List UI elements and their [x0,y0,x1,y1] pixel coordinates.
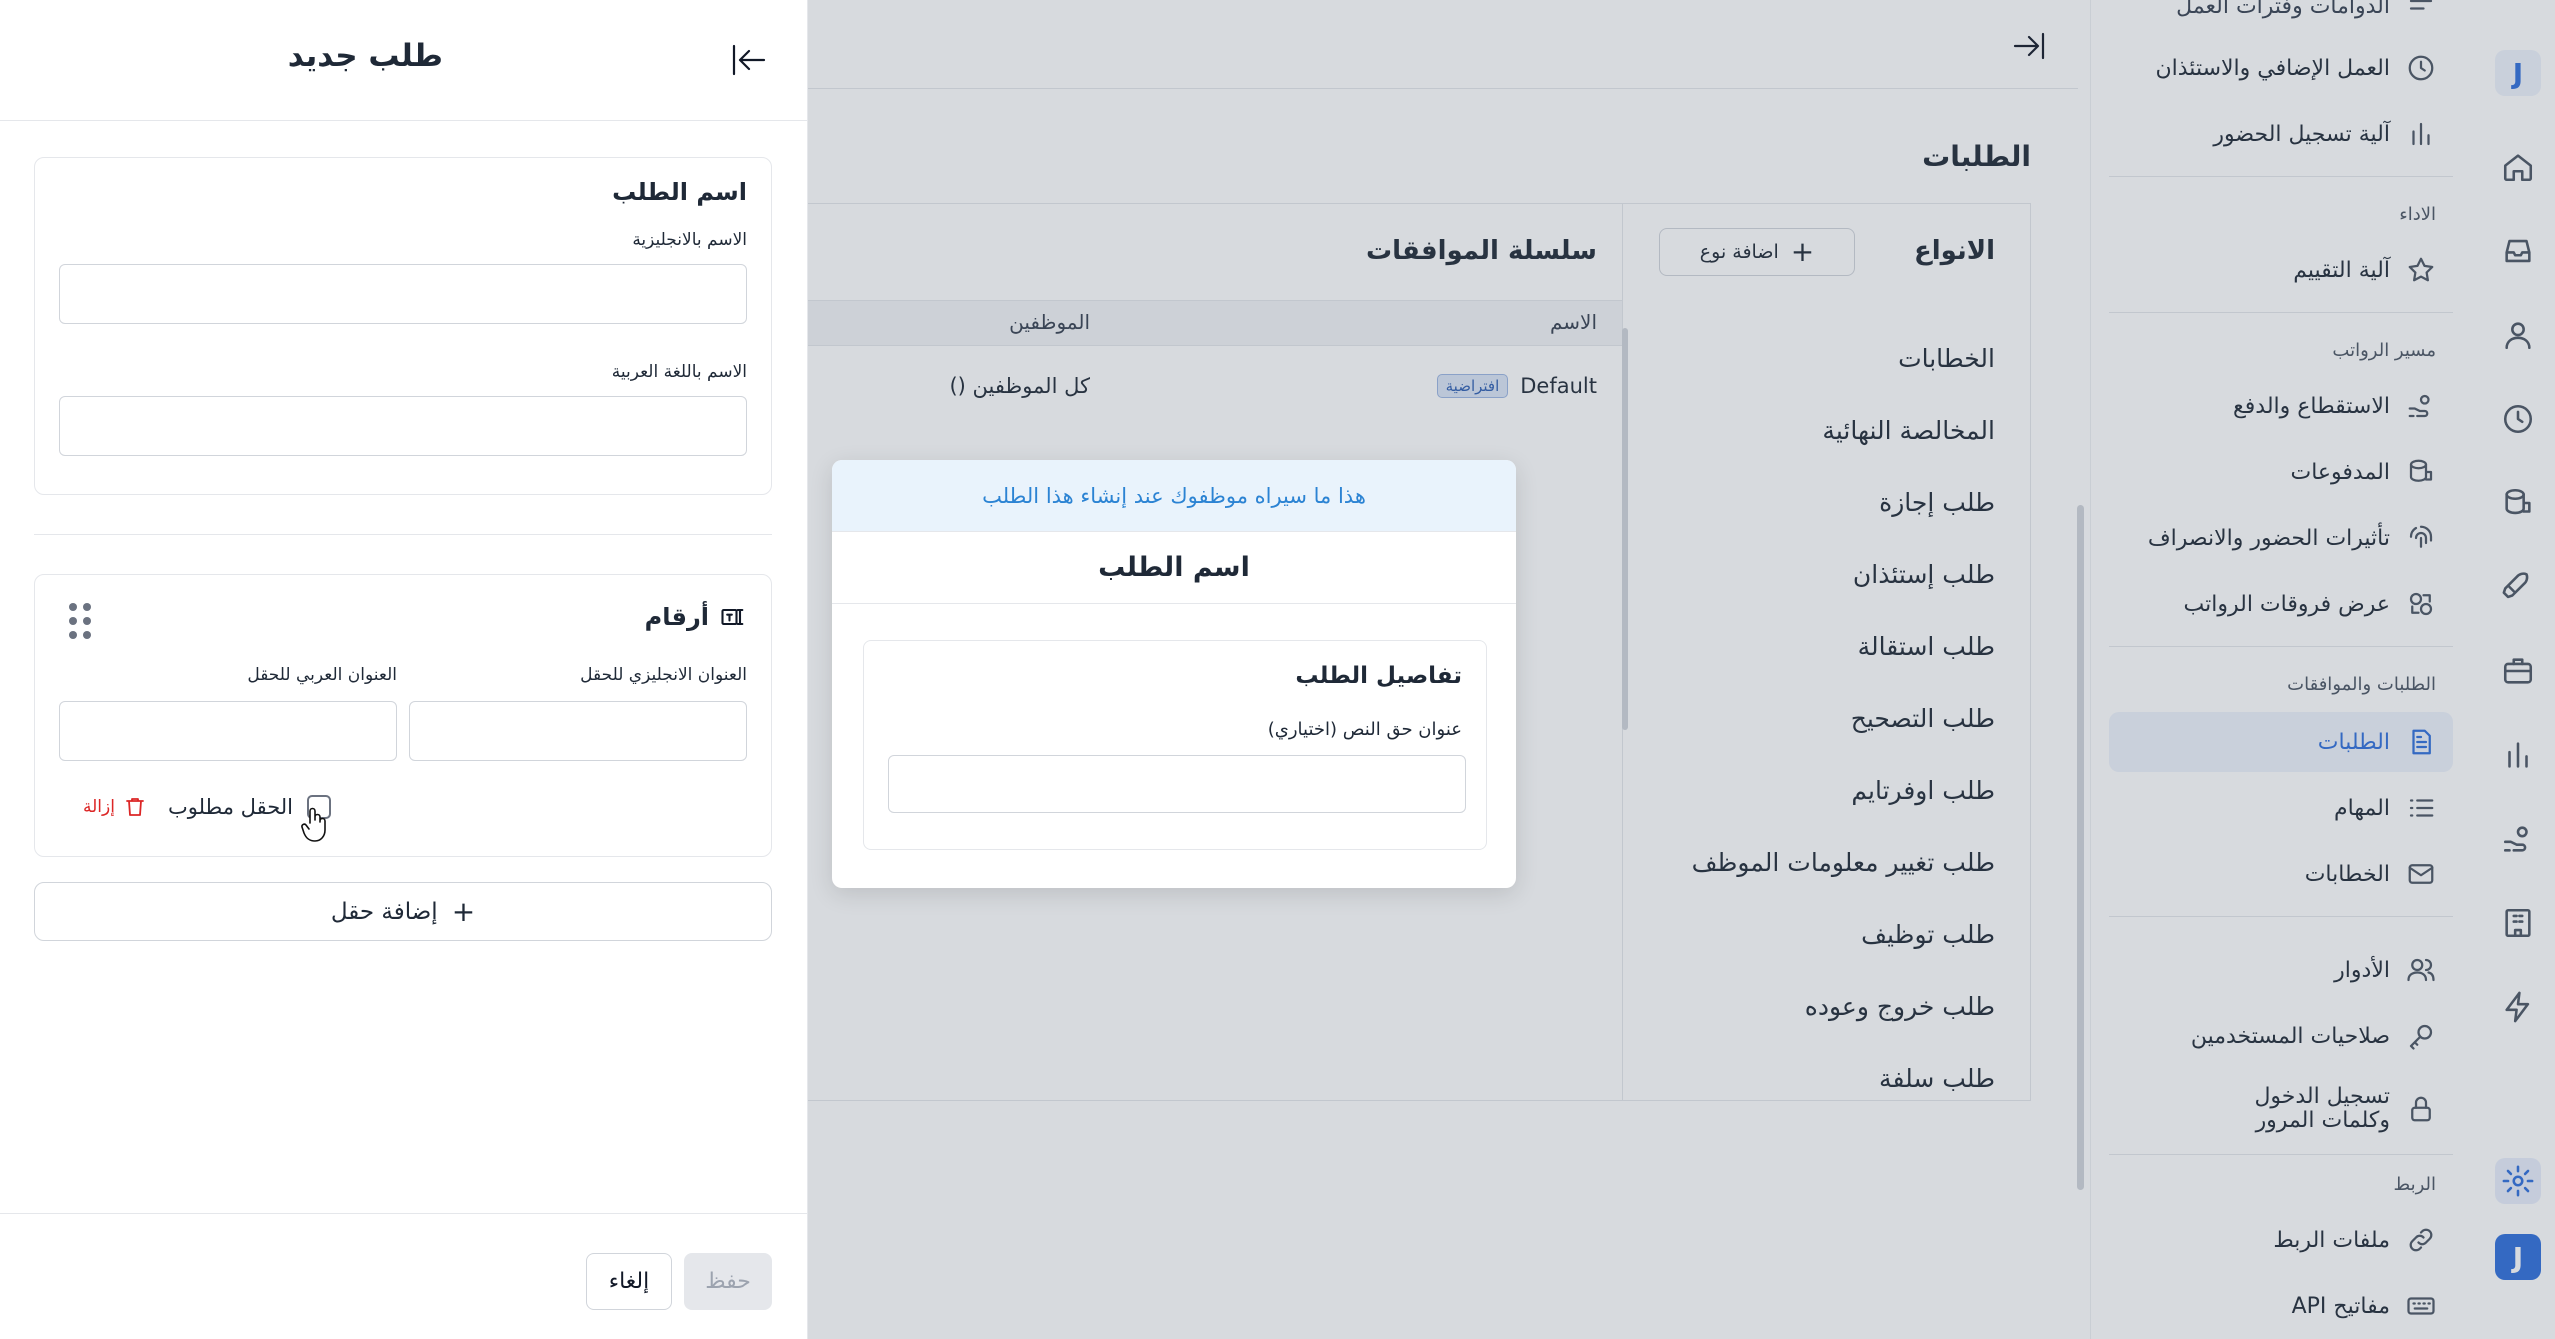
arrow-left-bar-icon [732,44,766,76]
field-card-title: أرقام [645,603,747,631]
drawer-title: طلب جديد [287,38,443,74]
preview-title: اسم الطلب [832,532,1516,604]
cancel-button[interactable]: إلغاء [586,1253,672,1310]
required-label: الحقل مطلوب [167,795,293,819]
preview-text-input [888,755,1466,813]
preview-banner: هذا ما سيراه موظفوك عند إنشاء هذا الطلب [832,460,1516,532]
plus-icon: + [451,894,476,928]
request-preview: هذا ما سيراه موظفوك عند إنشاء هذا الطلب … [832,460,1516,888]
add-field-button[interactable]: + إضافة حقل [34,882,772,941]
name-ar-input[interactable] [59,396,747,456]
field-en-title-input[interactable] [409,701,747,761]
number-field-icon [721,608,744,626]
close-drawer-button[interactable] [726,38,770,82]
name-en-label: الاسم بالانجليزية [632,230,747,250]
preview-details-card: تفاصيل الطلب عنوان حق النص (اختياري) [863,640,1487,850]
save-button[interactable]: حفظ [684,1253,772,1310]
drawer-footer-divider [0,1213,808,1214]
new-request-drawer: طلب جديد اسم الطلب الاسم بالانجليزية الا… [0,0,808,1339]
request-name-section: اسم الطلب الاسم بالانجليزية الاسم باللغة… [34,157,772,495]
hand-cursor-icon [301,807,326,842]
drawer-header-divider [0,120,808,121]
preview-field-label: عنوان حق النص (اختياري) [1267,719,1462,740]
name-ar-label: الاسم باللغة العربية [611,362,747,382]
trash-icon [126,798,144,816]
name-en-input[interactable] [59,264,747,324]
request-name-title: اسم الطلب [612,178,747,206]
field-en-title-label: العنوان الانجليزي للحقل [580,665,747,685]
field-card-numbers: أرقام العنوان الانجليزي للحقل العنوان ال… [34,574,772,857]
remove-field-button[interactable]: إزالة [83,795,147,819]
add-field-label: إضافة حقل [330,898,438,925]
drag-handle-icon[interactable] [69,603,93,643]
field-ar-title-input[interactable] [59,701,397,761]
preview-card-title: تفاصيل الطلب [1295,663,1462,689]
field-ar-title-label: العنوان العربي للحقل [247,665,397,685]
section-divider [34,534,772,535]
